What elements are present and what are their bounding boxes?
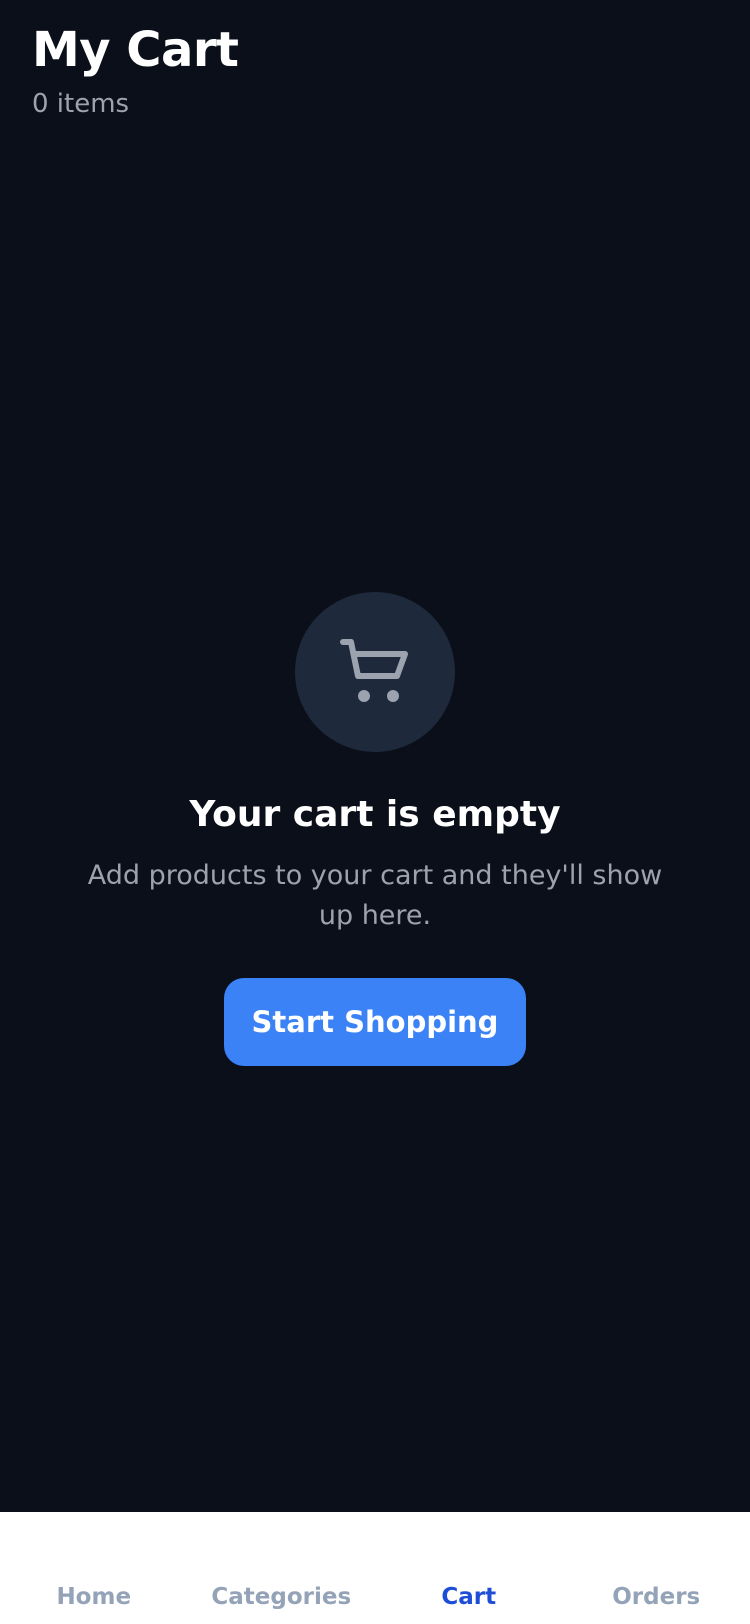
shopping-cart-icon [340,639,408,702]
start-shopping-button[interactable]: Start Shopping [224,978,526,1066]
empty-cart-state: Your cart is empty Add products to your … [0,592,750,1066]
empty-cart-icon-circle [295,592,455,752]
item-count: 0 items [32,89,130,119]
tab-categories[interactable]: Categories [188,1512,376,1624]
bottom-tab-bar: Home Categories Cart Orders [0,1512,750,1624]
cart-screen: My Cart 0 items Your cart is empty Add p… [0,0,750,1624]
tab-cart[interactable]: Cart [375,1512,563,1624]
empty-cart-description: Add products to your cart and they'll sh… [87,860,663,931]
tab-orders[interactable]: Orders [563,1512,750,1624]
page-title: My Cart [32,22,239,78]
empty-cart-title: Your cart is empty [189,794,561,835]
header: My Cart 0 items [32,18,239,124]
tab-home[interactable]: Home [0,1512,188,1624]
